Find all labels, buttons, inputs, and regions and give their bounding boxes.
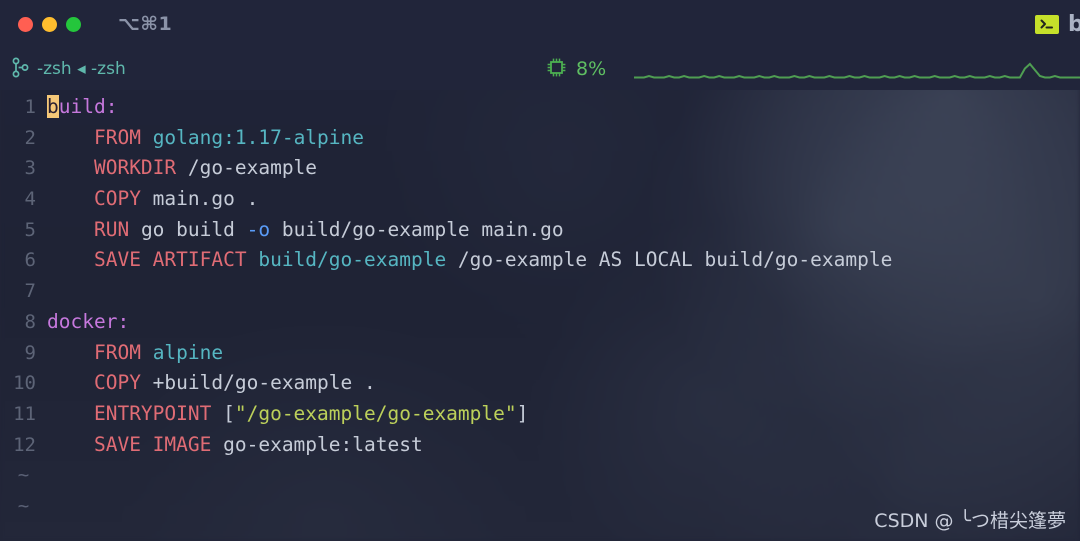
code-token: ENTRYPOINT [93, 401, 212, 425]
code-token: -o [246, 217, 271, 241]
code-line-content: COPY +build/go-example . [47, 368, 1080, 399]
code-token: COPY [93, 187, 141, 211]
code-token: /go-example [176, 156, 318, 180]
code-line-content: FROM golang:1.17-alpine [47, 123, 1080, 154]
code-line[interactable]: 1 build: [0, 92, 1080, 123]
close-button-icon[interactable] [18, 16, 33, 32]
line-number: 5 [24, 218, 36, 241]
line-number: 11 [13, 402, 36, 425]
cpu-chip-icon [546, 57, 567, 82]
cpu-indicator: 8% [546, 57, 606, 82]
code-editor[interactable]: 1 build: 2 FROM golang:1.17-alpine 3 WORKDI… [0, 90, 1080, 541]
maximize-button-icon[interactable] [66, 16, 81, 32]
empty-line-marker-row: ~ [0, 460, 1080, 491]
code-token: SAVE ARTIFACT [93, 248, 247, 272]
code-line-content: WORKDIR /go-example [47, 153, 1080, 184]
code-line[interactable]: 10 COPY +build/go-example . [0, 368, 1080, 399]
code-token: COPY [93, 371, 141, 395]
line-number: 7 [24, 280, 36, 303]
code-token: WORKDIR [93, 156, 177, 180]
code-token: build/go-example [258, 248, 447, 272]
code-token: FROM [93, 340, 141, 364]
terminal-prompt-icon[interactable] [1035, 14, 1059, 34]
empty-line-marker: ~ [17, 494, 30, 517]
code-line[interactable]: 6 SAVE ARTIFACT build/go-example /go-exa… [0, 245, 1080, 276]
code-line[interactable]: 12 SAVE IMAGE go-example:latest [0, 430, 1080, 461]
text-cursor: b [47, 95, 59, 118]
code-token: go build [129, 217, 247, 241]
code-line-content: COPY main.go . [47, 184, 1080, 215]
code-line[interactable]: 7 [0, 276, 1080, 307]
session-label: -zsh ◂ -zsh [37, 59, 126, 79]
code-token: RUN [93, 217, 130, 241]
session-group[interactable]: -zsh ◂ -zsh [12, 57, 126, 82]
line-number: 6 [24, 249, 36, 272]
code-token: +build/go-example . [140, 371, 376, 395]
traffic-light-group [18, 16, 81, 32]
code-line[interactable]: 4 COPY main.go . [0, 184, 1080, 215]
titlebar-right-label: b [1068, 11, 1080, 37]
window-shortcut-label: ⌥⌘1 [118, 13, 173, 35]
line-number: 3 [24, 157, 36, 180]
code-line[interactable]: 3 WORKDIR /go-example [0, 153, 1080, 184]
line-number: 10 [13, 372, 36, 395]
titlebar-right-group: b [1035, 0, 1080, 48]
terminal-window: ⌥⌘1 b -zsh ◂ -zsh 8% 1 build: 2 FROM gol… [0, 0, 1080, 541]
code-token: main.go . [140, 187, 259, 211]
line-number: 4 [24, 188, 36, 211]
cpu-sparkline-chart [634, 58, 1080, 82]
line-number: 12 [13, 433, 36, 456]
code-token: SAVE IMAGE [93, 432, 212, 456]
code-line-content: SAVE IMAGE go-example:latest [47, 430, 1080, 461]
cpu-usage-value: 8% [576, 58, 607, 80]
line-number: 1 [24, 96, 36, 118]
code-token: "/go-example/go-example" [234, 401, 517, 425]
code-token: /go-example AS LOCAL build/go-example [446, 248, 893, 272]
code-token: go-example:latest [211, 432, 423, 456]
code-line[interactable]: 11 ENTRYPOINT ["/go-example/go-example"] [0, 399, 1080, 430]
code-token: build/go-example main.go [270, 217, 564, 241]
code-line-content: FROM alpine [47, 338, 1080, 369]
code-token: alpine [152, 340, 224, 364]
code-line[interactable]: 9 FROM alpine [0, 338, 1080, 369]
code-line[interactable]: 8 docker: [0, 307, 1080, 338]
code-line-content: build: [47, 92, 1080, 123]
watermark-text: CSDN @ ╰つ棤尖篷夢 [874, 510, 1066, 532]
line-number: 8 [24, 310, 36, 333]
code-line-content: SAVE ARTIFACT build/go-example /go-examp… [47, 245, 1080, 276]
line-number: 9 [24, 341, 36, 364]
code-line[interactable]: 5 RUN go build -o build/go-example main.… [0, 215, 1080, 246]
git-branch-icon [12, 57, 29, 82]
line-number: 2 [24, 126, 36, 149]
code-line-content: docker: [47, 307, 1080, 338]
code-token: ] [516, 401, 529, 425]
code-line-content: ENTRYPOINT ["/go-example/go-example"] [47, 399, 1080, 430]
code-token: docker: [47, 309, 130, 333]
window-statusbar: -zsh ◂ -zsh 8% [0, 48, 1080, 90]
code-token: FROM [93, 125, 141, 149]
window-titlebar: ⌥⌘1 b [0, 0, 1080, 48]
code-token: golang:1.17-alpine [152, 125, 365, 149]
empty-line-marker: ~ [17, 464, 30, 487]
code-token: uild: [58, 95, 118, 118]
code-line-content: RUN go build -o build/go-example main.go [47, 215, 1080, 246]
minimize-button-icon[interactable] [42, 16, 57, 32]
code-line[interactable]: 2 FROM golang:1.17-alpine [0, 123, 1080, 154]
code-token: [ [211, 401, 235, 425]
